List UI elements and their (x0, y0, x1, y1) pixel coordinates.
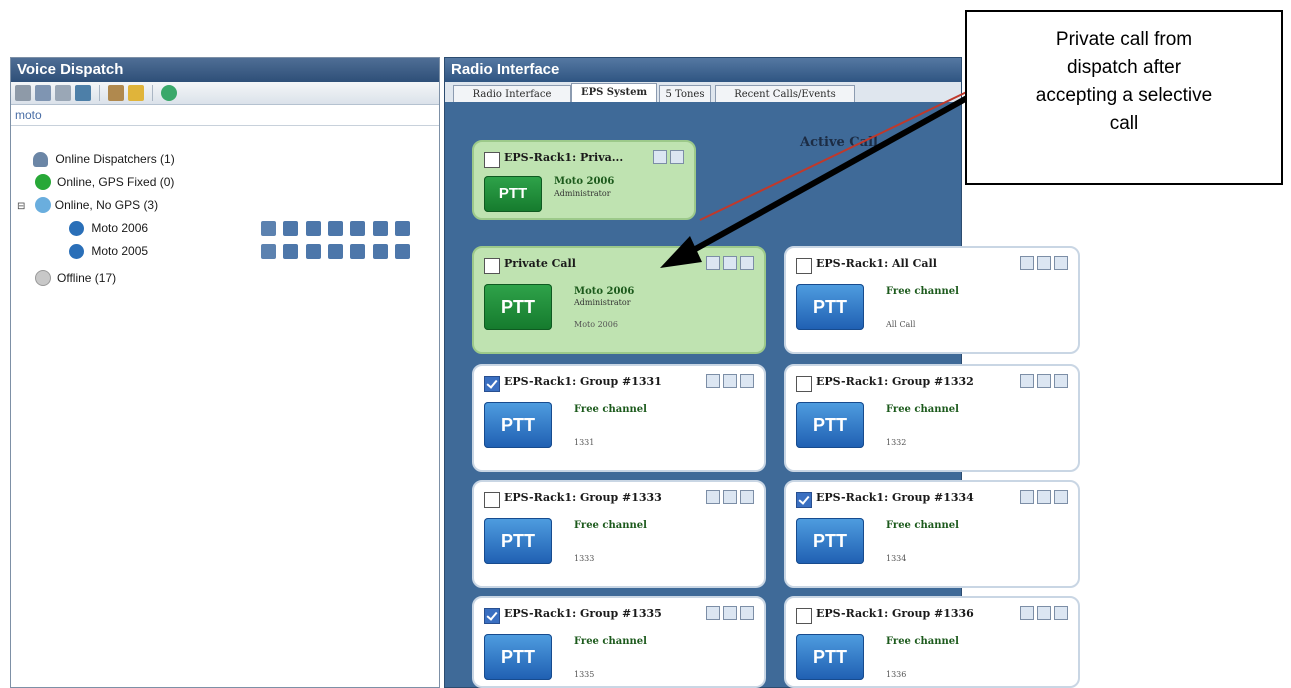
black-arrow-shaft (688, 85, 987, 255)
black-arrow-head (660, 236, 702, 268)
callout-line: dispatch after (1066, 57, 1182, 78)
callout-line: Private call from (1055, 29, 1193, 50)
annotation-callout: Private call from dispatch after accepti… (965, 10, 1283, 185)
red-pointer-line (699, 87, 976, 221)
callout-line: accepting a selective (1035, 85, 1213, 106)
callout-line: call (1109, 113, 1139, 134)
